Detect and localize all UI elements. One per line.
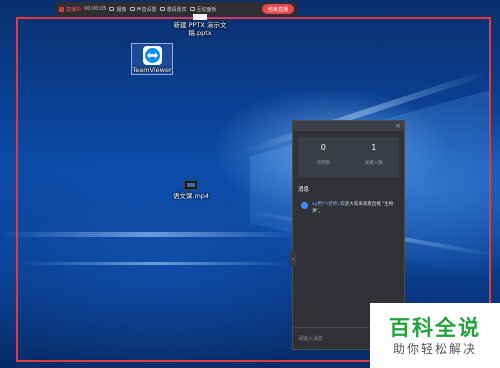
invite-label: 邀请嘉宾 [166, 6, 187, 13]
chevron-left-icon: ‹ [291, 255, 295, 263]
teamviewer-icon [142, 46, 162, 65]
message-item: xy用户(老师) 欢迎大家来观看直播 "生物课"。 [301, 201, 400, 215]
pptx-file-icon [193, 14, 207, 20]
desktop-icon-label: 新建 PPTX 演示文稿.pptx [173, 21, 227, 37]
close-icon[interactable]: × [395, 121, 401, 131]
timer-value: 00:00:05 [84, 6, 107, 12]
message-body: xy用户(老师) 欢迎大家来观看直播 "生物课"。 [312, 201, 400, 215]
video-file-icon [184, 180, 198, 190]
avatar [301, 202, 308, 209]
likes-count: 0 [320, 143, 326, 152]
collapse-panel-button[interactable]: ‹ [290, 252, 296, 266]
record-icon [59, 6, 64, 12]
viewers-stat: 1 观看人数 [349, 137, 400, 177]
desktop-icon-pptx[interactable]: 新建 PPTX 演示文稿.pptx [165, 14, 235, 37]
camera-icon [109, 7, 115, 11]
user-icon [159, 7, 165, 11]
watermark-title: 百科全说 [389, 315, 481, 340]
likes-label: 点赞数 [316, 161, 331, 166]
watermark-subtitle: 助你轻松解决 [392, 341, 477, 356]
desktop-icon-mp4[interactable]: 语文课.mp4 [165, 180, 217, 200]
camera-button[interactable]: 摄像 [109, 6, 127, 13]
microphone-icon [129, 7, 135, 11]
mic-button[interactable]: 声音设置 [129, 6, 157, 13]
whiteboard-button[interactable]: 互动面板 [189, 6, 217, 13]
timer: 00:00:05 [84, 6, 106, 12]
selected-icon-box: TeamViewer [131, 43, 173, 75]
message-sender: xy用户(老师) [312, 202, 339, 207]
live-status: 直播中 [59, 6, 81, 13]
panel-icon [189, 7, 195, 11]
desktop-icon-label: 语文课.mp4 [172, 192, 210, 200]
desktop-icon-teamviewer[interactable]: TeamViewer [130, 43, 174, 75]
watermark-logo: 百科全说 助你轻松解决 [370, 303, 500, 368]
panel-header: × [293, 121, 404, 131]
desktop-icon-label: TeamViewer [132, 66, 172, 74]
stats-box: 0 点赞数 1 观看人数 [298, 137, 399, 177]
whiteboard-label: 互动面板 [196, 6, 217, 13]
message-input-placeholder: 请输入消息 [298, 336, 324, 342]
viewers-label: 观看人数 [364, 161, 383, 166]
stop-live-button[interactable]: 结束直播 [261, 4, 294, 14]
camera-label: 摄像 [116, 6, 127, 13]
mic-label: 声音设置 [136, 6, 157, 13]
teamviewer-logo-circle [144, 48, 160, 63]
teamviewer-arrow-icon [146, 52, 158, 59]
messages-title: 消息 [298, 187, 310, 193]
invite-button[interactable]: 邀请嘉宾 [159, 6, 187, 13]
likes-stat: 0 点赞数 [298, 137, 349, 177]
live-status-label: 直播中 [66, 6, 82, 13]
viewers-count: 1 [371, 143, 377, 152]
